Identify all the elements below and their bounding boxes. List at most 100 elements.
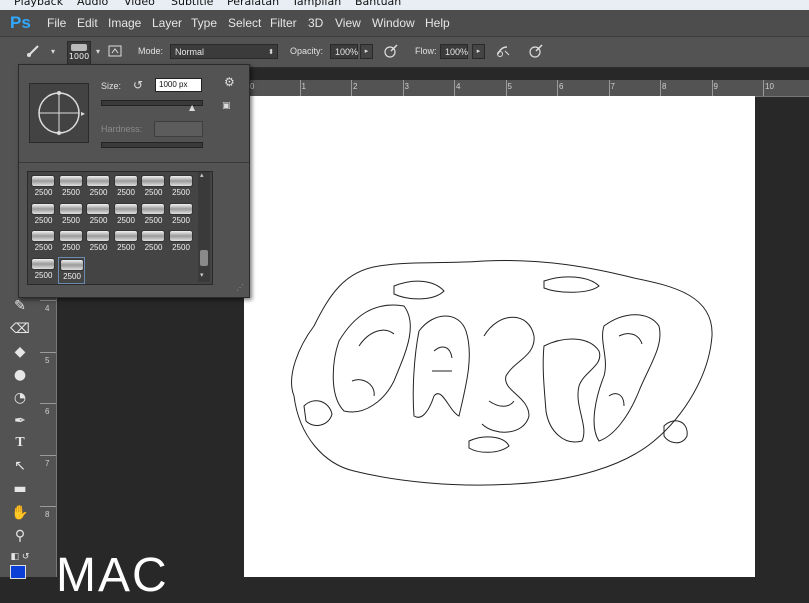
menu-3d[interactable]: 3D [308,16,323,30]
scroll-down-arrow-icon[interactable]: ▾ [200,271,204,279]
resize-grip-icon[interactable]: ⋰ [236,283,244,292]
edge-outline-artwork [291,259,713,486]
brush-preset-thumbnail [31,175,55,187]
rectangle-icon[interactable]: ▬ [8,479,32,499]
dodge-icon[interactable]: ◔ [8,388,32,408]
document-canvas[interactable] [244,96,755,577]
type-tool-icon[interactable]: T [8,433,32,453]
chevron-down-icon[interactable]: ▾ [89,43,107,61]
path-selection-icon[interactable]: ↖ [8,456,32,476]
menu-image[interactable]: Image [108,16,141,30]
gear-icon[interactable]: ⚙ [224,75,235,89]
brush-preset-item[interactable]: 2500 [58,229,85,256]
brush-preset-item[interactable]: 2500 [57,256,85,284]
default-colors-icon[interactable]: ◧ ↺ [8,547,32,567]
menu-view[interactable]: View [335,16,361,30]
brush-preset-item[interactable]: 2500 [58,202,85,229]
hardness-label: Hardness: [101,124,143,134]
ruler-label: 7 [610,82,615,91]
os-menu-bantuan[interactable]: Bantuan [355,0,401,8]
flow-input[interactable]: 100% [440,44,468,59]
os-menu-bar: Playback Audio Video Subtitle Peralatan … [0,0,809,10]
brush-preset-item[interactable]: 2500 [58,174,85,201]
menu-file[interactable]: File [47,16,66,30]
brush-preset-item[interactable]: 2500 [113,174,140,201]
brush-preset-thumbnail [141,175,165,187]
blur-icon[interactable]: ● [8,365,32,385]
eraser-icon[interactable]: ⌫ [8,319,32,339]
ruler-tick [40,454,56,456]
new-preset-icon[interactable]: ▣ [222,101,231,111]
brush-tool-icon[interactable] [24,43,42,61]
zoom-icon[interactable]: ⚲ [8,526,32,546]
os-menu-peralatan[interactable]: Peralatan [227,0,279,8]
brush-preset-size: 2500 [34,243,53,252]
brush-preset-item[interactable]: 2500 [140,229,167,256]
brush-preset-item[interactable]: 2500 [140,174,167,201]
ruler-tick [40,506,56,507]
brush-preset-list: 2500 2500 2500 2500 2500 2500 2500 2500 2500 2500… [27,171,213,285]
brush-preset-thumbnail [168,202,193,215]
horizontal-ruler: 0 1 2 3 4 5 6 7 8 9 10 [248,80,809,97]
brush-preset-item[interactable]: 2500 [168,174,195,201]
hand-icon[interactable]: ✋ [8,503,32,523]
size-slider-handle[interactable]: ▲ [189,103,195,112]
ruler-label: 2 [353,82,358,91]
os-menu-tampilan[interactable]: Tampilan [292,0,341,8]
brush-panel-toggle-icon[interactable] [106,43,124,61]
menu-window[interactable]: Window [372,16,415,30]
ruler-tick [763,80,764,96]
hardness-slider[interactable] [101,142,203,148]
brush-tip-preview-icon [38,91,80,135]
scroll-thumb[interactable] [200,250,208,266]
os-menu-audio[interactable]: Audio [77,0,108,8]
brush-preset-item[interactable]: 2500 [85,174,112,201]
brush-preset-item[interactable]: 2500 [30,257,57,284]
flow-slider-toggle[interactable]: ▸ [472,44,485,59]
brush-preset-thumbnail [86,202,110,215]
preset-list-scrollbar[interactable]: ▴ ▾ [198,171,210,282]
brush-preset-item[interactable]: 2500 [113,202,140,229]
airbrush-icon[interactable] [494,43,512,61]
paint-bucket-icon[interactable]: ◆ [8,342,32,362]
brush-preset-thumbnail [141,202,165,215]
pen-icon[interactable]: ✒ [8,411,32,431]
ruler-tick [608,80,610,96]
brush-preset-thumbnail [168,175,193,187]
chevron-down-icon[interactable]: ▾ [44,43,62,61]
size-input[interactable]: 1000 px [155,78,202,92]
brush-preset-item[interactable]: 2500 [168,202,195,229]
hardness-input[interactable] [154,121,203,137]
size-slider[interactable] [101,100,203,106]
brush-preset-item[interactable]: 2500 [85,202,112,229]
os-menu-subtitle[interactable]: Subtitle [171,0,213,8]
menu-layer[interactable]: Layer [152,16,182,30]
menu-help[interactable]: Help [425,16,450,30]
pressure-opacity-icon[interactable] [382,43,400,61]
brush-preset-thumbnail [113,202,138,215]
menu-filter[interactable]: Filter [270,16,297,30]
menu-select[interactable]: Select [228,16,261,30]
ruler-tick [402,80,404,96]
brush-preset-picker[interactable]: 1000 [67,41,91,65]
scroll-up-arrow-icon[interactable]: ▴ [200,171,204,179]
brush-preset-item[interactable]: 2500 [30,229,57,256]
brush-preset-item[interactable]: 2500 [30,174,57,201]
brush-preset-item[interactable]: 2500 [168,229,195,256]
ruler-label: 8 [662,82,667,91]
menu-edit[interactable]: Edit [77,16,98,30]
menu-type[interactable]: Type [191,16,217,30]
brush-preset-thumbnail [59,258,84,271]
reset-size-icon[interactable]: ↺ [133,78,143,92]
pressure-size-icon[interactable] [527,43,545,61]
os-menu-video[interactable]: Video [124,0,155,8]
opacity-input[interactable]: 100% [330,44,358,59]
history-brush-icon[interactable]: ✎ [8,296,32,316]
os-menu-playback[interactable]: Playback [14,0,63,8]
opacity-slider-toggle[interactable]: ▸ [360,44,373,59]
brush-preset-item[interactable]: 2500 [140,202,167,229]
brush-preset-item[interactable]: 2500 [113,229,140,256]
brush-preset-item[interactable]: 2500 [30,202,57,229]
brush-preset-item[interactable]: 2500 [85,229,112,256]
mode-dropdown[interactable]: Normal ⬍ [170,44,278,59]
